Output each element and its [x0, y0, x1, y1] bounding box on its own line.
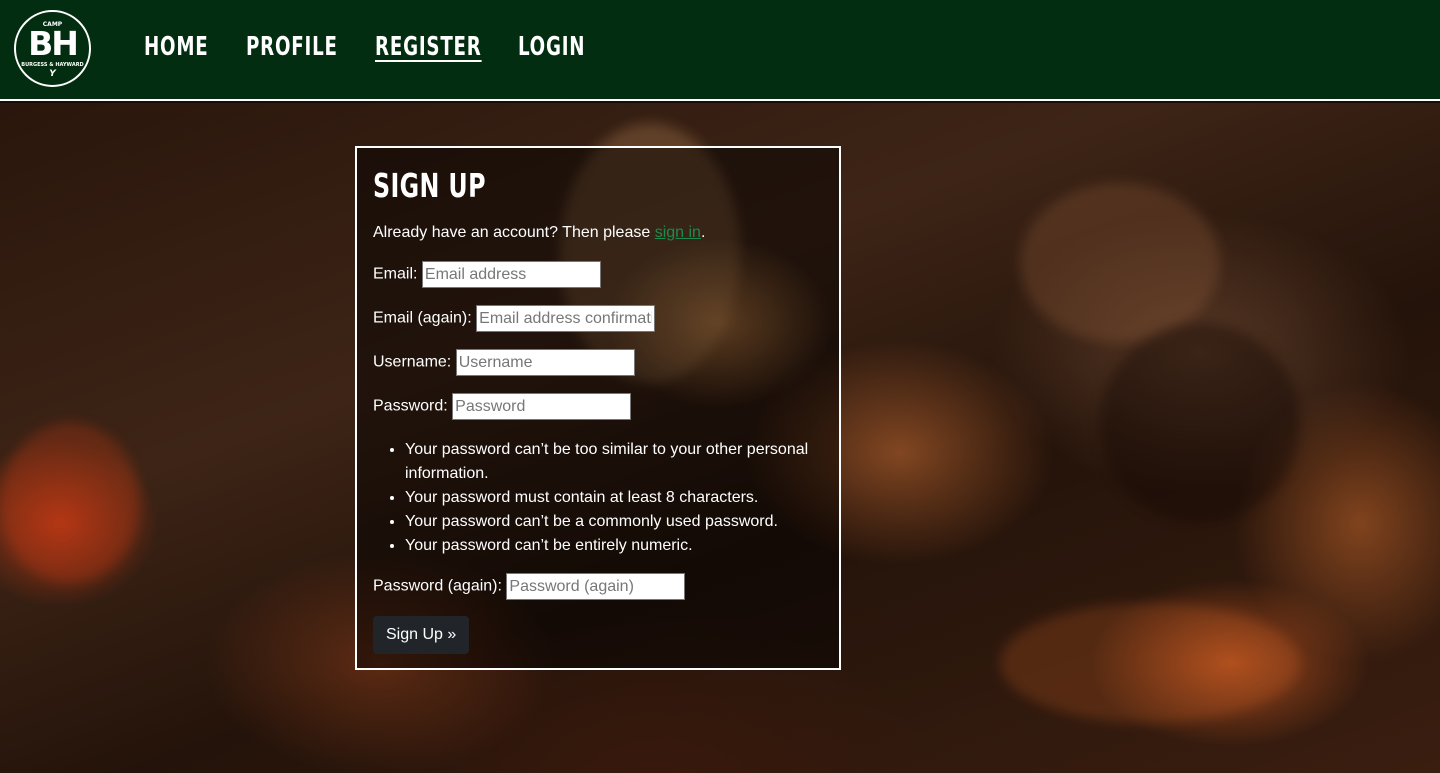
- nav-profile[interactable]: PROFILE: [246, 30, 338, 64]
- charred-log-shape: [1100, 323, 1300, 523]
- nav-register[interactable]: REGISTER: [375, 30, 482, 64]
- navbar: CAMP BH BURGESS & HAYWARD Y HOME PROFILE…: [0, 0, 1440, 101]
- email-label: Email:: [373, 265, 418, 283]
- email-confirm-field[interactable]: [476, 305, 656, 332]
- password-row: Password:: [373, 393, 632, 420]
- signin-prompt-text: Already have an account? Then please: [373, 224, 655, 241]
- password-field[interactable]: [452, 393, 632, 420]
- ember-shape: [1000, 603, 1300, 723]
- page-title: SIGN UP: [373, 166, 486, 205]
- signup-button[interactable]: Sign Up »: [373, 616, 470, 654]
- signin-prompt-suffix: .: [700, 224, 706, 241]
- password-rule: Your password can’t be entirely numeric.: [405, 534, 825, 558]
- email-field[interactable]: [421, 261, 601, 288]
- signup-card: SIGN UP Already have an account? Then pl…: [355, 146, 841, 670]
- password-rules-list: Your password can’t be too similar to yo…: [405, 438, 825, 558]
- password-confirm-field[interactable]: [506, 573, 686, 600]
- password-rule: Your password can’t be too similar to yo…: [405, 438, 825, 486]
- password-label: Password:: [373, 397, 448, 415]
- logo-subtitle: BURGESS & HAYWARD: [21, 62, 84, 68]
- log-shape: [1020, 183, 1220, 343]
- password-confirm-row: Password (again):: [373, 573, 686, 600]
- signin-prompt: Already have an account? Then please sig…: [373, 220, 705, 246]
- email-confirm-row: Email (again):: [373, 305, 656, 332]
- username-row: Username:: [373, 349, 635, 376]
- logo-y-mark: Y: [49, 69, 56, 79]
- ember-shape: [0, 423, 140, 583]
- password-confirm-label: Password (again):: [373, 577, 502, 595]
- logo-letters: BH: [28, 24, 79, 63]
- password-rule: Your password can’t be a commonly used p…: [405, 510, 825, 534]
- camp-logo[interactable]: CAMP BH BURGESS & HAYWARD Y: [14, 10, 91, 87]
- password-rule: Your password must contain at least 8 ch…: [405, 486, 825, 510]
- username-field[interactable]: [455, 349, 635, 376]
- email-row: Email:: [373, 261, 601, 288]
- username-label: Username:: [373, 353, 452, 371]
- signin-link[interactable]: sign in: [655, 224, 701, 241]
- nav-home[interactable]: HOME: [144, 30, 209, 64]
- email-confirm-label: Email (again):: [373, 309, 472, 327]
- nav-login[interactable]: LOGIN: [518, 30, 585, 64]
